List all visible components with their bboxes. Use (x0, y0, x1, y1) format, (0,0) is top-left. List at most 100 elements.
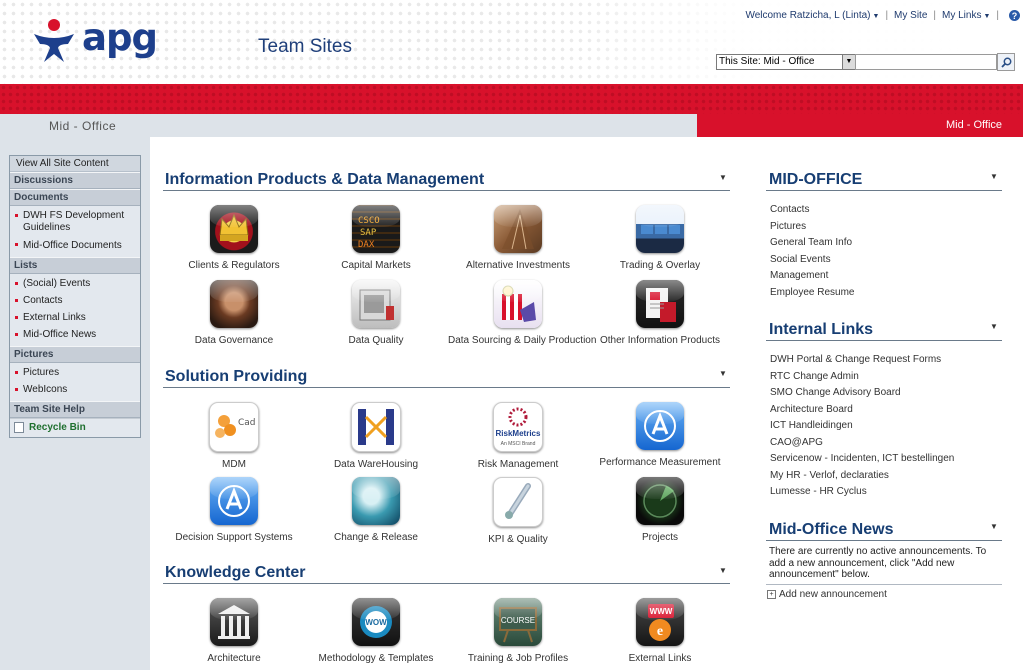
my-links-menu[interactable]: My Links ▼ (942, 10, 990, 21)
ql-item[interactable]: Mid-Office News (10, 327, 140, 344)
mid-office-links: Contacts Pictures General Team Info Soci… (770, 202, 854, 301)
mid-office-link[interactable]: Pictures (770, 219, 854, 236)
ql-item[interactable]: Contacts (10, 293, 140, 310)
welcome-menu[interactable]: Welcome Ratzicha, L (Linta) ▼ (745, 10, 879, 21)
separator: | (885, 10, 889, 21)
internal-link[interactable]: CAO@APG (770, 435, 954, 452)
apg-logo-text[interactable]: apg (82, 16, 158, 59)
internal-link[interactable]: ICT Handleidingen (770, 418, 954, 435)
internal-link[interactable]: RTC Change Admin (770, 369, 954, 386)
mid-office-link[interactable]: Management (770, 268, 854, 285)
internal-link[interactable]: My HR - Verlof, declaraties (770, 468, 954, 485)
mid-office-link[interactable]: Contacts (770, 202, 854, 219)
tile-decision-support-systems[interactable]: Decision Support Systems (164, 477, 304, 543)
app-store-icon (210, 477, 258, 525)
tile-alternative-investments[interactable]: Alternative Investments (448, 205, 588, 271)
tile-label: Training & Job Profiles (467, 653, 569, 664)
browser-www-icon: WWW e (636, 598, 684, 646)
svg-text:SAP: SAP (360, 228, 377, 238)
mid-office-link[interactable]: Social Events (770, 252, 854, 269)
tile-label: Clients & Regulators (188, 260, 280, 271)
webpart-menu-chevron-icon[interactable]: ▼ (990, 322, 998, 331)
chevron-down-icon: ▼ (872, 13, 880, 20)
tile-training-job-profiles[interactable]: COURSE Training & Job Profiles (448, 598, 588, 664)
app-store-icon (636, 402, 684, 450)
tile-label: Alternative Investments (466, 260, 570, 271)
internal-link[interactable]: Servicenow - Incidenten, ICT bestellinge… (770, 451, 954, 468)
ql-item[interactable]: (Social) Events (10, 276, 140, 293)
section-menu-chevron-icon[interactable]: ▼ (719, 173, 727, 182)
chevron-down-icon[interactable]: ▼ (842, 55, 855, 69)
tile-capital-markets[interactable]: CSCO SAP DAX Capital Markets (306, 205, 446, 271)
tab-mid-office[interactable]: Mid - Office (697, 114, 1023, 137)
tile-risk-management[interactable]: RiskMetrics An MSCI Brand Risk Management (448, 402, 588, 470)
thermometer-icon (493, 477, 543, 527)
tile-kpi-quality[interactable]: KPI & Quality (448, 477, 588, 545)
view-all-site-content-link[interactable]: View All Site Content (10, 156, 140, 172)
section-menu-chevron-icon[interactable]: ▼ (719, 566, 727, 575)
tile-projects[interactable]: Projects (590, 477, 730, 543)
ql-heading-lists[interactable]: Lists (10, 257, 140, 274)
ql-item[interactable]: DWH FS Development Guidelines (10, 208, 140, 237)
svg-text:COURSE: COURSE (501, 616, 535, 625)
help-icon[interactable]: ? (1009, 10, 1020, 21)
tile-architecture[interactable]: Architecture (164, 598, 304, 664)
ql-item[interactable]: Mid-Office Documents (10, 237, 140, 255)
tile-label: Risk Management (477, 459, 559, 470)
tile-methodology-templates[interactable]: WOW Methodology & Templates (306, 598, 446, 664)
internal-link[interactable]: Architecture Board (770, 402, 954, 419)
ql-heading-team-site-help[interactable]: Team Site Help (10, 401, 140, 418)
webpart-menu-chevron-icon[interactable]: ▼ (990, 172, 998, 181)
mid-office-link[interactable]: Employee Resume (770, 285, 854, 302)
internal-link[interactable]: DWH Portal & Change Request Forms (770, 352, 954, 369)
breadcrumb[interactable]: Mid - Office (49, 119, 116, 133)
my-links-text: My Links (942, 10, 982, 21)
tile-data-quality[interactable]: Data Quality (306, 280, 446, 346)
mid-office-link[interactable]: General Team Info (770, 235, 854, 252)
recycle-bin-link[interactable]: Recycle Bin (10, 418, 140, 437)
search-button[interactable] (997, 53, 1015, 71)
tile-trading-overlay[interactable]: Trading & Overlay (590, 205, 730, 271)
quick-launch: View All Site Content Discussions Docume… (9, 155, 141, 438)
ql-pictures-group: Pictures WebIcons (10, 363, 140, 401)
svg-text:WWW: WWW (650, 607, 673, 616)
recycle-bin-icon (14, 422, 24, 433)
search-icon (1000, 57, 1011, 68)
tile-data-sourcing[interactable]: Data Sourcing & Daily Production (448, 280, 596, 346)
ql-item[interactable]: Pictures (10, 365, 140, 382)
tile-mdm[interactable]: Cad MDM (164, 402, 304, 470)
mid-office-title: MID-OFFICE (769, 171, 863, 188)
webpart-menu-chevron-icon[interactable]: ▼ (990, 522, 998, 531)
search-input[interactable] (855, 54, 997, 70)
section-divider (163, 387, 730, 388)
tile-data-governance[interactable]: Data Governance (164, 280, 304, 346)
internal-links-list: DWH Portal & Change Request Forms RTC Ch… (770, 352, 954, 501)
site-title[interactable]: Team Sites (258, 36, 352, 58)
tile-performance-measurement[interactable]: Performance Measurement (590, 402, 730, 468)
ql-heading-discussions[interactable]: Discussions (10, 172, 140, 189)
tile-other-information-products[interactable]: Other Information Products (590, 280, 730, 346)
section-divider (163, 190, 730, 191)
svg-text:Cad: Cad (238, 418, 256, 428)
tile-data-warehousing[interactable]: Data WareHousing (306, 402, 446, 470)
section-divider (163, 583, 730, 584)
tile-change-release[interactable]: Change & Release (306, 477, 446, 543)
ql-lists-group: (Social) Events Contacts External Links … (10, 274, 140, 346)
apg-logo-figure-icon[interactable] (32, 18, 76, 64)
svg-text:An MSCI Brand: An MSCI Brand (501, 441, 536, 447)
ql-item[interactable]: External Links (10, 310, 140, 327)
ql-heading-pictures[interactable]: Pictures (10, 346, 140, 363)
tile-label: Methodology & Templates (318, 653, 434, 664)
section-menu-chevron-icon[interactable]: ▼ (719, 369, 727, 378)
internal-link[interactable]: SMO Change Advisory Board (770, 385, 954, 402)
tab-label: Mid - Office (945, 119, 1002, 131)
ql-item[interactable]: WebIcons (10, 382, 140, 399)
tile-label: Data Quality (348, 335, 404, 346)
internal-link[interactable]: Lumesse - HR Cyclus (770, 484, 954, 501)
ql-heading-documents[interactable]: Documents (10, 189, 140, 206)
tile-external-links[interactable]: WWW e External Links (590, 598, 730, 664)
add-announcement-link[interactable]: + Add new announcement (767, 589, 887, 600)
tile-clients-regulators[interactable]: Clients & Regulators (164, 205, 304, 271)
search-scope-select[interactable]: This Site: Mid - Office ▼ (716, 54, 856, 70)
my-site-link[interactable]: My Site (894, 10, 927, 21)
